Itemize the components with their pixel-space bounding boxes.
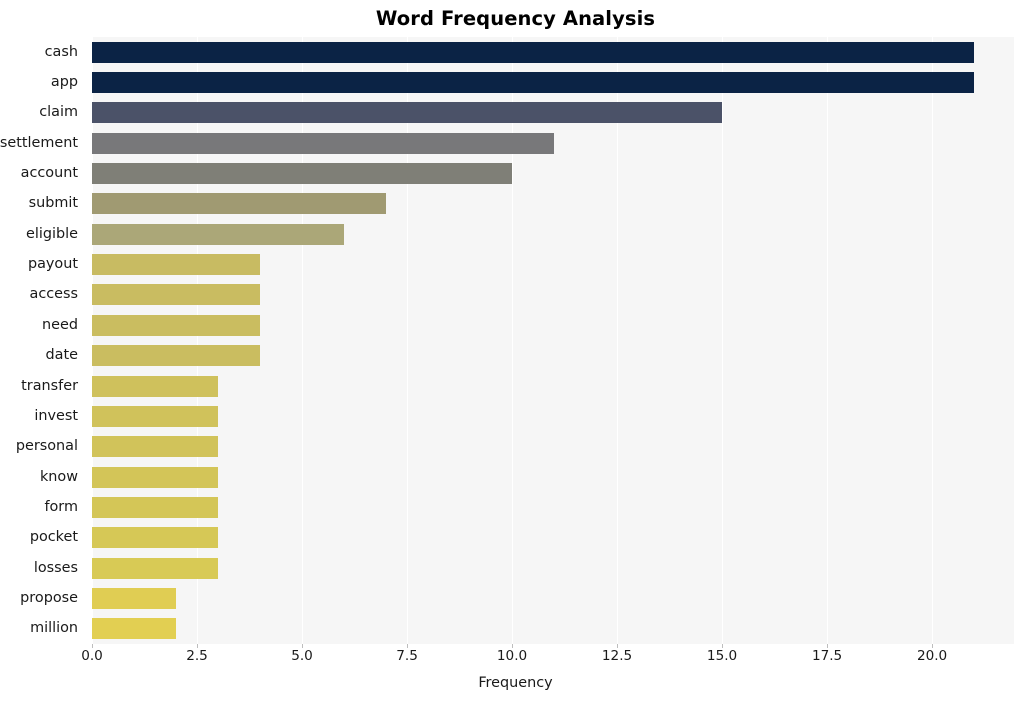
y-tick-label-form: form [44,498,78,515]
x-tick-mark [197,644,198,648]
y-tick-label-know: know [39,468,78,485]
y-tick-label-app: app [50,74,78,91]
x-tick-mark [722,644,724,648]
y-tick-label-pocket: pocket [29,529,78,546]
y-tick-label-personal: personal [15,438,78,455]
y-tick-label-date: date [45,347,78,364]
x-tick-mark [512,644,514,648]
x-tick-label: 5.0 [291,648,313,664]
x-axis-tick-labels: 0.0 2.5 5.0 7.5 10.0 12.5 15.0 17.5 20.0 [0,648,1031,670]
y-tick-label-cash: cash [44,43,78,60]
x-tick-label: 10.0 [496,648,528,664]
x-tick-label: 2.5 [186,648,208,664]
x-tick-label: 7.5 [396,648,418,664]
y-tick-label-payout: payout [27,256,78,273]
x-tick-label: 0.0 [81,648,103,664]
x-tick-mark [302,644,304,648]
y-tick-label-million: million [30,620,78,637]
y-tick-label-claim: claim [39,104,78,121]
x-tick-label: 20.0 [916,648,948,664]
x-tick-label: 15.0 [706,648,738,664]
y-tick-label-settlement: settlement [0,134,78,151]
x-tick-mark [932,644,934,648]
y-tick-label-losses: losses [33,559,78,576]
y-tick-label-invest: invest [34,407,78,424]
x-axis-title: Frequency [478,675,553,691]
y-tick-label-submit: submit [28,195,78,212]
y-tick-label-need: need [42,316,78,333]
x-tick-mark [617,644,619,648]
y-tick-label-propose: propose [20,589,78,606]
chart-title: Word Frequency Analysis [375,7,656,30]
y-tick-label-transfer: transfer [21,377,78,394]
x-tick-label: 17.5 [811,648,843,664]
x-tick-mark [407,644,409,648]
y-axis-labels: cash app claim settlement account submit eligi… [0,37,1031,644]
chart-figure: Word Frequency Analysis cash app claim sett… [0,0,1031,701]
x-tick-mark [827,644,829,648]
y-tick-label-access: access [29,286,79,303]
y-tick-label-eligible: eligible [26,225,78,242]
x-tick-mark [92,644,93,648]
x-tick-label: 12.5 [601,648,633,664]
y-tick-label-account: account [20,165,78,182]
